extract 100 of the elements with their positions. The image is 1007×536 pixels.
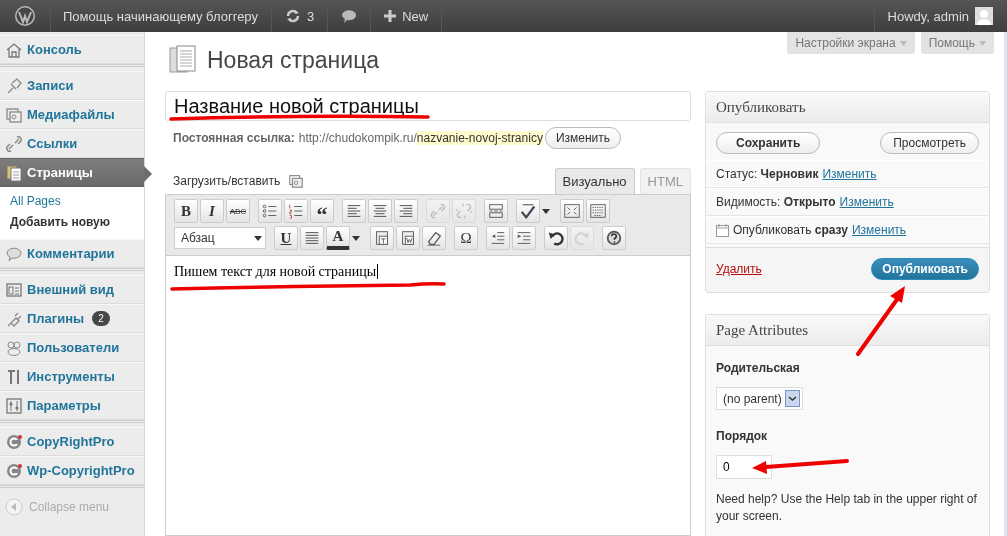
- title-input[interactable]: Название новой страницы: [165, 91, 691, 121]
- order-label: Порядок: [716, 429, 769, 443]
- content-text: Пишем текст для новой страницы: [174, 264, 379, 279]
- align-left-icon: [345, 202, 363, 220]
- menu-item[interactable]: Пользователи: [0, 333, 144, 362]
- preview-button[interactable]: Просмотреть: [880, 132, 979, 154]
- toolbar-button[interactable]: [284, 199, 308, 223]
- permalink-base: http://chudokompik.ru/: [298, 131, 417, 145]
- checkmark-icon: [519, 202, 537, 220]
- permalink-label: Постоянная ссылка:: [173, 131, 295, 145]
- screen-meta-tab[interactable]: Настройки экрана: [787, 32, 915, 54]
- box-title: Опубликовать: [706, 92, 989, 123]
- speech-bubble-icon[interactable]: [341, 8, 358, 24]
- menu-label: Параметры: [27, 398, 101, 413]
- redo-icon: [573, 229, 591, 247]
- align-center-icon: [371, 202, 389, 220]
- publish-info-text: Статус: Черновик: [716, 167, 819, 181]
- menu-item[interactable]: CopyRightPro: [0, 427, 144, 456]
- toolbar-button[interactable]: [370, 226, 394, 250]
- toolbar-button[interactable]: [368, 199, 392, 223]
- menu-label: Плагины: [27, 311, 85, 326]
- clipboard-icon: [399, 229, 417, 247]
- toolbar-button[interactable]: [602, 226, 626, 250]
- menu-label: Инструменты: [27, 369, 115, 384]
- save-draft-button[interactable]: Сохранить: [716, 132, 821, 154]
- menu-label: Ссылки: [27, 136, 78, 151]
- toolbar-button[interactable]: U: [274, 226, 298, 250]
- publish-button[interactable]: Опубликовать: [871, 258, 979, 280]
- chain-link-icon: [5, 134, 23, 153]
- eraser-icon: [425, 229, 443, 247]
- pages-icon: [169, 45, 197, 75]
- toolbar-button[interactable]: ABC: [226, 199, 250, 223]
- pages-icon: [5, 163, 23, 182]
- justify-icon: [303, 229, 321, 247]
- new-label: New: [402, 8, 429, 24]
- toolbar-button[interactable]: “: [310, 199, 334, 223]
- toolbar-button[interactable]: B: [174, 199, 198, 223]
- submenu-item[interactable]: All Pages: [10, 191, 144, 212]
- menu-item[interactable]: Комментарии: [0, 239, 144, 268]
- menu-item[interactable]: Внешний вид: [0, 275, 144, 304]
- format-select[interactable]: Абзац: [174, 227, 266, 249]
- editor-tab[interactable]: Визуально: [554, 168, 635, 194]
- caret-icon[interactable]: [542, 208, 550, 214]
- clipboard-icon: [373, 229, 391, 247]
- order-input[interactable]: 0: [716, 455, 772, 479]
- caret-icon: [979, 40, 986, 46]
- wordpress-logo-icon[interactable]: [14, 5, 36, 27]
- collapse-label: Collapse menu: [29, 500, 110, 514]
- caret-icon: [899, 40, 907, 46]
- chain-link-icon: [429, 202, 447, 220]
- media-icon[interactable]: [288, 173, 305, 189]
- menu-item[interactable]: Записи: [0, 71, 144, 100]
- screen-meta-label: Настройки экрана: [795, 36, 896, 50]
- new-link[interactable]: New: [371, 0, 443, 32]
- menu-label: Внешний вид: [27, 282, 114, 297]
- media-icon: [5, 105, 23, 124]
- edit-link[interactable]: Изменить: [839, 195, 894, 209]
- parent-select[interactable]: (no parent): [716, 387, 803, 410]
- screen-meta-tab[interactable]: Помощь: [920, 32, 994, 54]
- toolbar-button[interactable]: [544, 226, 568, 250]
- menu-item[interactable]: Медиафайлы: [0, 100, 144, 129]
- toolbar-button[interactable]: Ω: [454, 226, 478, 250]
- page-break-icon: [487, 202, 505, 220]
- help-text: Need help? Use the Help tab in the upper right of your screen.: [716, 491, 978, 525]
- toolbar-button[interactable]: [300, 226, 324, 250]
- toolbar-button[interactable]: [342, 199, 366, 223]
- edit-link[interactable]: Изменить: [822, 167, 877, 181]
- users-icon: [5, 338, 23, 357]
- pushpin-icon: [5, 76, 23, 95]
- toolbar-button[interactable]: I: [200, 199, 224, 223]
- submenu-item[interactable]: Добавить новую: [10, 212, 144, 233]
- toolbar-button[interactable]: [258, 199, 282, 223]
- menu-item[interactable]: Wp-CopyrightPro: [0, 456, 144, 485]
- page-title: Новая страница: [207, 46, 380, 74]
- toolbar-button[interactable]: [422, 226, 446, 250]
- caret-icon[interactable]: [352, 235, 360, 241]
- toolbar-button[interactable]: [394, 199, 418, 223]
- menu-label: Медиафайлы: [27, 107, 115, 122]
- numbered-list-icon: [287, 202, 305, 220]
- text-color-button[interactable]: A: [326, 226, 350, 250]
- indent-icon: [515, 229, 533, 247]
- menu-label: Пользователи: [27, 340, 120, 355]
- edit-link[interactable]: Изменить: [851, 223, 907, 237]
- content-editor[interactable]: Пишем текст для новой страницы: [165, 255, 691, 536]
- menu-item[interactable]: Параметры: [0, 391, 144, 420]
- count-badge: 2: [92, 311, 110, 326]
- updates-link[interactable]: 3: [271, 0, 329, 32]
- toolbar-button[interactable]: [396, 226, 420, 250]
- edit-permalink-button[interactable]: Изменить: [544, 127, 622, 149]
- copyright-icon: [5, 461, 23, 480]
- delete-link[interactable]: Удалить: [716, 262, 762, 276]
- menu-label: Wp-CopyrightPro: [27, 463, 135, 478]
- menu-item[interactable]: Плагины 2: [0, 304, 144, 333]
- fullscreen-icon: [563, 202, 581, 220]
- menu-item[interactable]: Консоль: [0, 35, 144, 64]
- menu-label: Консоль: [27, 42, 82, 57]
- help-icon: [605, 229, 623, 247]
- permalink-slug[interactable]: nazvanie-novoj-stranicy: [416, 131, 543, 145]
- menu-item[interactable]: Инструменты: [0, 362, 144, 391]
- toolbar-button[interactable]: [516, 199, 540, 223]
